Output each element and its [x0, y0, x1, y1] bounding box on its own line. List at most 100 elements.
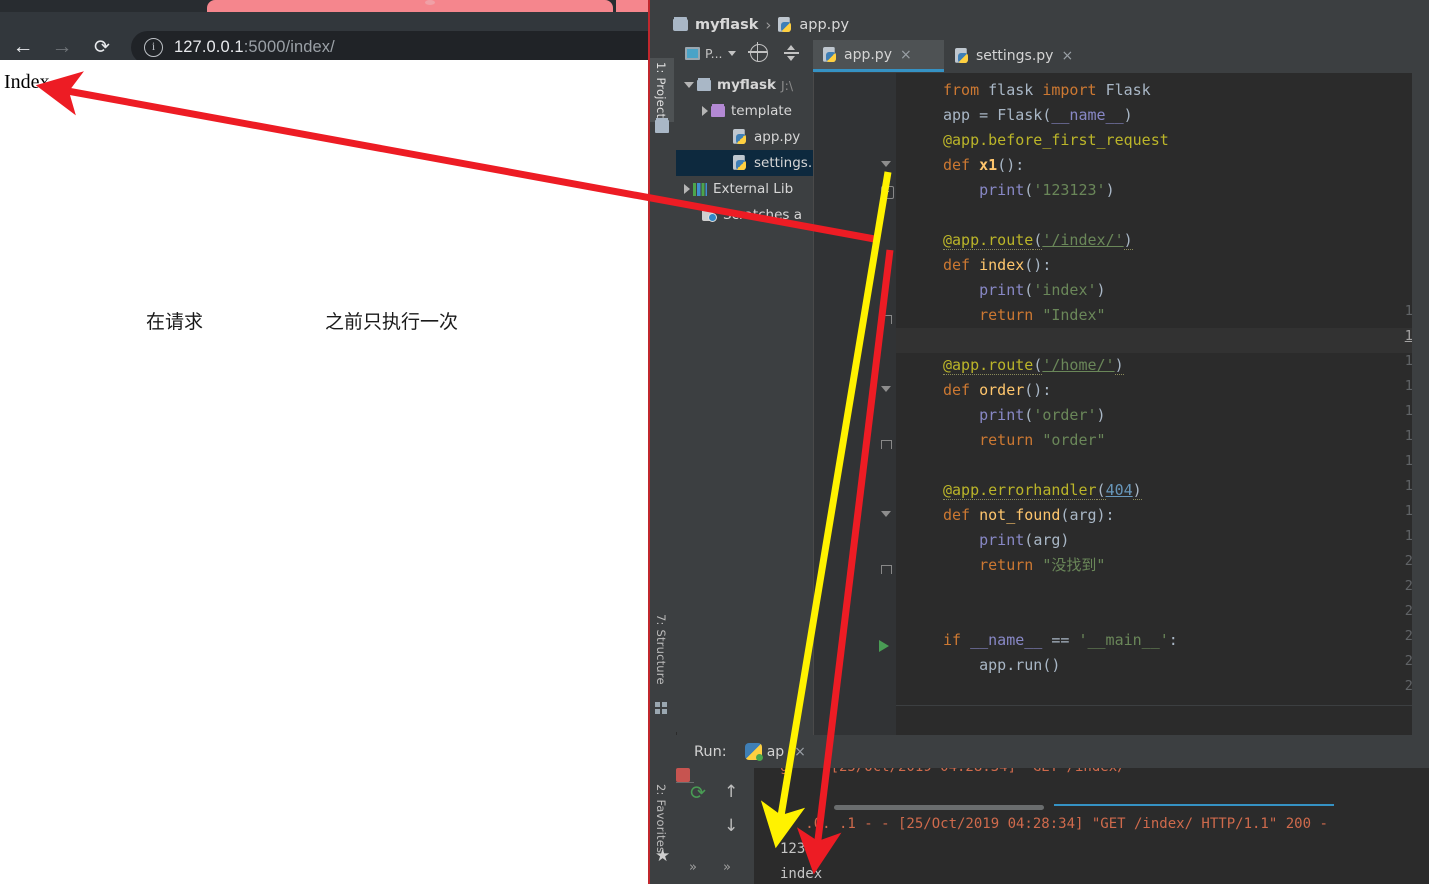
editor-fold-column [876, 73, 896, 735]
editor-tab-bar: app.py × settings.py × [813, 40, 1429, 73]
code-line: @app.errorhandler(404) [943, 481, 1142, 500]
console-clipped-line: g - - [25/Oct/2019 04:28:34] "GET /index… [780, 768, 1134, 775]
chevron-down-icon[interactable] [727, 50, 736, 56]
more-options-icon[interactable]: » [689, 860, 697, 875]
fold-marker[interactable] [881, 161, 891, 167]
run-sidebar-toolbar: ⟳ ↑ ↓ » » [676, 768, 754, 884]
project-view-icon[interactable] [685, 46, 700, 60]
console-line-print2: index [780, 866, 823, 882]
code-line: print('index') [979, 281, 1106, 299]
tree-label: app.py [754, 129, 801, 145]
code-line: def not_found(arg): [943, 506, 1115, 524]
python-run-icon [744, 743, 763, 761]
python-file-icon [955, 48, 970, 64]
structure-icon[interactable] [655, 702, 669, 715]
project-tree-panel: myflask J:\ template app.py settings. Ex… [676, 72, 857, 802]
chevron-down-icon[interactable] [684, 82, 694, 88]
code-line: def index(): [943, 256, 1052, 274]
code-line: def order(): [943, 381, 1052, 399]
run-config-tab[interactable]: ap × [744, 743, 806, 761]
console-link-underline [1054, 804, 1334, 806]
tree-label: myflask [717, 77, 776, 93]
fold-end-marker [881, 440, 892, 449]
code-line: app = Flask(__name__) [943, 106, 1133, 124]
web-page-content: Index 在请求 之前只执行一次 [0, 60, 649, 884]
new-tab-button[interactable] [616, 0, 649, 12]
tree-label: template [731, 103, 792, 119]
code-line: print('123123') [979, 181, 1115, 199]
tree-item-external-libraries[interactable]: External Lib [676, 176, 821, 202]
forward-icon[interactable]: → [47, 32, 77, 62]
browser-tab-active[interactable] [207, 0, 636, 12]
code-line: print(arg) [979, 531, 1070, 549]
fold-marker[interactable] [881, 511, 891, 517]
star-icon[interactable]: ★ [655, 848, 670, 865]
collapse-all-icon[interactable] [783, 45, 799, 61]
console-line-request: 1 .0. .1 - - [25/Oct/2019 04:28:34] "GET… [780, 816, 1328, 832]
page-heading: Index [4, 71, 50, 93]
close-icon[interactable]: × [794, 744, 806, 760]
code-line: @app.route('/index/') [943, 231, 1133, 250]
tab-app-py-label: app.py [844, 46, 892, 63]
code-line: print('order') [979, 406, 1106, 424]
tree-label: External Lib [713, 181, 794, 197]
chevron-right-icon[interactable] [702, 106, 708, 116]
editor-bottom-edge [896, 705, 1429, 706]
back-icon[interactable]: ← [8, 32, 38, 62]
code-text[interactable]: from flask import Flask app = Flask(__nam… [896, 73, 1429, 735]
python-file-icon [823, 46, 838, 63]
run-panel-title: Run: [694, 743, 727, 760]
editor-vertical-scrollbar[interactable] [1412, 73, 1429, 735]
tab-app-py[interactable]: app.py × [813, 40, 944, 72]
browser-toolbar: ← → ⟳ i 127.0.0.1:5000/index/ [0, 12, 649, 64]
console-output[interactable]: g - - [25/Oct/2019 04:28:34] "GET /index… [754, 768, 1429, 884]
tool-window-bar: 1: Project 7: Structure 2: Favorites ★ [649, 50, 677, 884]
code-line: return "Index" [979, 306, 1106, 324]
console-horizontal-scrollbar[interactable] [834, 805, 1044, 810]
site-info-icon[interactable]: i [144, 38, 163, 57]
close-icon[interactable]: × [1061, 48, 1073, 64]
breadcrumb-file[interactable]: app.py [799, 17, 849, 33]
scroll-down-icon[interactable]: ↓ [724, 816, 738, 836]
run-panel-header: Run: ap × [676, 735, 1429, 768]
chevron-right-icon[interactable] [684, 184, 690, 194]
tool-window-structure[interactable]: 7: Structure [649, 610, 674, 689]
console-line-print1: 12312 [780, 841, 823, 857]
code-line: return "order" [979, 431, 1106, 449]
code-line: @app.before_first_request [943, 131, 1169, 149]
project-view-label[interactable]: P... [705, 46, 723, 61]
project-folder-icon[interactable] [655, 120, 669, 133]
run-config-label: ap [766, 743, 785, 760]
code-editor[interactable]: 1234567891011121314151617181920212223242… [813, 73, 1429, 735]
annotation-text-left: 在请求 [146, 311, 204, 333]
close-icon[interactable]: × [900, 47, 912, 63]
scroll-up-icon[interactable]: ↑ [724, 782, 738, 802]
run-gutter-icon[interactable] [879, 640, 889, 652]
browser-tab-strip [0, 0, 649, 12]
tab-settings-py[interactable]: settings.py × [945, 40, 1102, 72]
tree-path-suffix: J:\ [781, 77, 794, 93]
browser-window: ← → ⟳ i 127.0.0.1:5000/index/ Index 在请求 … [0, 0, 649, 884]
editor-left-stripe [813, 73, 814, 735]
python-file-icon [778, 17, 793, 33]
python-file-icon [733, 129, 748, 145]
fold-marker[interactable] [881, 186, 894, 199]
tree-item-myflask[interactable]: myflask J:\ [676, 72, 821, 98]
rerun-icon[interactable]: ⟳ [690, 782, 706, 804]
target-icon[interactable] [747, 42, 768, 62]
url-host: 127.0.0.1 [174, 38, 244, 56]
annotation-text-right: 之前只执行一次 [325, 311, 459, 333]
reload-icon[interactable]: ⟳ [87, 32, 117, 62]
run-tool-window: Run: ap × ⟳ ↑ ↓ » » g - - [25/Oct/2019 0… [676, 735, 1429, 884]
fold-marker[interactable] [881, 386, 891, 392]
breadcrumb-project[interactable]: myflask [695, 17, 758, 33]
address-bar-url: 127.0.0.1:5000/index/ [174, 38, 335, 57]
more-options-icon-2[interactable]: » [723, 860, 731, 875]
scratches-icon [702, 208, 717, 222]
ide-window-border [648, 0, 650, 884]
editor-gutter [813, 73, 876, 735]
stop-icon[interactable] [676, 768, 690, 782]
code-line: app.run() [979, 656, 1061, 674]
tool-window-project[interactable]: 1: Project [649, 58, 674, 123]
tab-favicon [425, 0, 435, 5]
